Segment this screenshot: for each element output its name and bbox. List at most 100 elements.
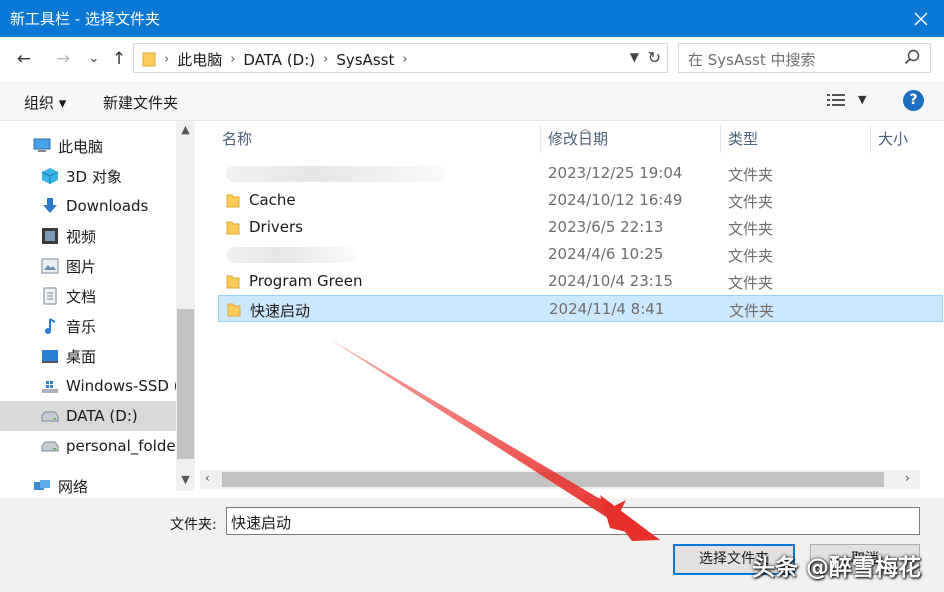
title-bar: 新工具栏 - 选择文件夹	[0, 0, 944, 37]
file-type: 文件夹	[728, 247, 774, 265]
column-type[interactable]: 类型	[728, 128, 758, 149]
sidebar-item[interactable]: 音乐	[0, 311, 176, 341]
close-button[interactable]	[898, 0, 944, 37]
help-button[interactable]: ?	[903, 90, 924, 111]
sidebar-item[interactable]: Windows-SSD (	[0, 371, 176, 401]
file-date: 2023/6/5 22:13	[548, 218, 664, 236]
file-row[interactable]: 快速启动 2024/11/4 8:41 文件夹	[218, 295, 943, 322]
file-date: 2024/4/6 10:25	[548, 245, 664, 263]
chevron-right-icon: ›	[323, 52, 329, 67]
file-name: Drivers	[249, 218, 303, 236]
command-bar: 组织 ▾ 新建文件夹 ▼ ?	[0, 81, 944, 121]
column-name[interactable]: 名称	[222, 128, 252, 149]
scroll-down-icon[interactable]: ▼	[176, 473, 195, 486]
sidebar-item[interactable]: 此电脑	[0, 131, 176, 161]
file-date: 2024/11/4 8:41	[549, 300, 665, 318]
sidebar-item-label: personal_folde	[66, 437, 176, 455]
up-button[interactable]: ↑	[107, 47, 131, 71]
file-row[interactable]: 2023/12/25 19:04 文件夹	[218, 160, 943, 187]
organize-button[interactable]: 组织 ▾	[24, 92, 66, 113]
desktop-icon	[40, 347, 60, 365]
redacted-name	[226, 247, 356, 263]
file-type: 文件夹	[728, 274, 774, 292]
close-icon	[914, 12, 928, 25]
breadcrumb-item[interactable]: DATA (D:)	[243, 51, 315, 69]
column-date-modified[interactable]: 修改日期	[548, 128, 608, 149]
file-name: Cache	[249, 191, 296, 209]
new-folder-button[interactable]: 新建文件夹	[103, 92, 178, 113]
file-type: 文件夹	[728, 220, 774, 238]
scroll-right-icon[interactable]: ›	[905, 471, 910, 485]
sidebar-item-label: Downloads	[66, 197, 149, 215]
sidebar-item-label: 视频	[66, 227, 97, 246]
sidebar-item-label: 3D 对象	[66, 167, 122, 186]
watermark: 头条 @醉雪梅花	[752, 555, 922, 581]
breadcrumb-item[interactable]: SysAsst	[336, 51, 394, 69]
refresh-icon[interactable]: ↻	[648, 48, 661, 67]
file-date: 2023/12/25 19:04	[548, 164, 683, 182]
file-row[interactable]: 2024/4/6 10:25 文件夹	[218, 241, 943, 268]
search-placeholder: 在 SysAsst 中搜索	[688, 51, 816, 69]
scrollbar-thumb[interactable]	[177, 309, 194, 459]
column-size[interactable]: 大小	[878, 128, 908, 149]
music-icon	[40, 317, 60, 335]
sidebar-item[interactable]: 3D 对象	[0, 161, 176, 191]
video-icon	[40, 227, 60, 245]
download-icon	[40, 197, 60, 215]
address-bar[interactable]: › 此电脑 › DATA (D:) › SysAsst › ▼ ↻	[133, 43, 668, 73]
file-type: 文件夹	[728, 166, 774, 184]
search-input[interactable]: 在 SysAsst 中搜索	[678, 43, 931, 73]
cube-3d-icon	[40, 167, 60, 185]
sidebar-item-label: DATA (D:)	[66, 407, 138, 425]
folder-icon	[226, 193, 240, 212]
folder-name-input[interactable]: 快速启动	[226, 507, 920, 535]
folder-icon	[227, 302, 241, 321]
sidebar-item[interactable]: 文档	[0, 281, 176, 311]
horizontal-scrollbar[interactable]: ‹ ›	[200, 470, 920, 489]
sidebar-item[interactable]: Downloads	[0, 191, 176, 221]
sidebar-item-label: 音乐	[66, 317, 97, 336]
scrollbar-thumb[interactable]	[222, 472, 884, 487]
file-name: 快速启动	[250, 302, 311, 320]
chevron-down-icon[interactable]: ▼	[858, 93, 866, 106]
sidebar-item[interactable]: personal_folde	[0, 431, 176, 461]
file-row[interactable]: Cache 2024/10/12 16:49 文件夹	[218, 187, 943, 214]
chevron-right-icon: ›	[402, 52, 408, 67]
breadcrumb-item[interactable]: 此电脑	[177, 49, 222, 70]
chevron-down-icon[interactable]: ▼	[630, 50, 639, 64]
sidebar-item[interactable]: 网络	[0, 471, 176, 498]
picture-icon	[40, 257, 60, 275]
file-row[interactable]: Drivers 2023/6/5 22:13 文件夹	[218, 214, 943, 241]
folder-icon	[142, 52, 156, 67]
sidebar-item-label: 图片	[66, 257, 97, 276]
sidebar-item-label: 文档	[66, 287, 97, 306]
computer-icon	[32, 137, 52, 155]
drive-windows-icon	[40, 377, 60, 395]
sidebar-item-label: Windows-SSD (	[66, 377, 176, 395]
sidebar-item[interactable]: 桌面	[0, 341, 176, 371]
back-button[interactable]: ←	[12, 47, 36, 71]
address-row: ← → ⌄ ↑ › 此电脑 › DATA (D:) › SysAsst › ▼ …	[0, 37, 944, 81]
folder-icon	[226, 220, 240, 239]
sidebar-item[interactable]: DATA (D:)	[0, 401, 176, 431]
scroll-left-icon[interactable]: ‹	[205, 471, 210, 485]
drive-icon	[40, 407, 60, 425]
folder-label: 文件夹:	[170, 517, 217, 533]
navigation-scrollbar[interactable]: ▲ ▼	[176, 121, 195, 491]
file-date: 2024/10/4 23:15	[548, 272, 673, 290]
recent-locations-button[interactable]: ⌄	[82, 47, 106, 71]
file-type: 文件夹	[728, 193, 774, 211]
window-title: 新工具栏 - 选择文件夹	[10, 10, 160, 28]
file-row[interactable]: Program Green 2024/10/4 23:15 文件夹	[218, 268, 943, 295]
scroll-up-icon[interactable]: ▲	[176, 123, 195, 136]
file-type: 文件夹	[729, 302, 775, 320]
redacted-name	[226, 166, 446, 182]
sidebar-item[interactable]: 图片	[0, 251, 176, 281]
view-options-icon[interactable]	[826, 92, 846, 109]
document-icon	[40, 287, 60, 305]
sidebar-item-label: 桌面	[66, 347, 97, 366]
chevron-right-icon: ›	[230, 52, 236, 67]
sidebar-item-label: 网络	[58, 477, 89, 496]
sidebar-item[interactable]: 视频	[0, 221, 176, 251]
forward-button[interactable]: →	[51, 47, 75, 71]
